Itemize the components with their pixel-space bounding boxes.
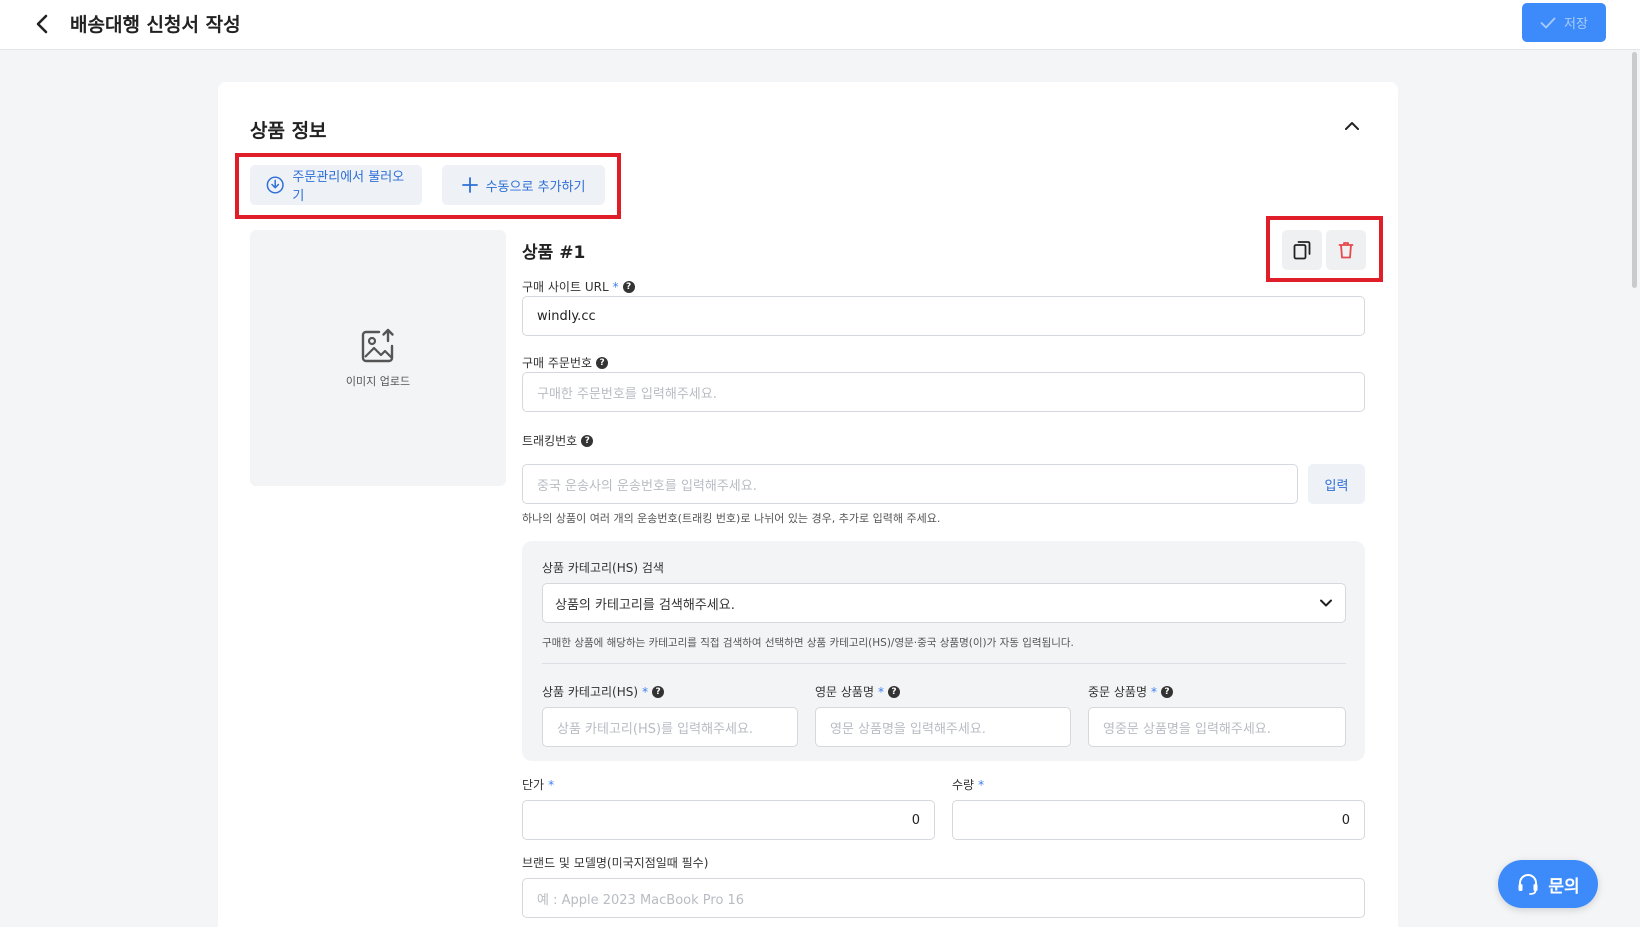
save-button[interactable]: 저장 bbox=[1522, 3, 1606, 42]
help-icon[interactable]: ? bbox=[652, 685, 665, 698]
chevron-down-icon bbox=[1320, 599, 1332, 607]
check-icon bbox=[1540, 17, 1556, 28]
download-circle-icon bbox=[266, 176, 284, 194]
duplicate-item-button[interactable] bbox=[1282, 230, 1322, 270]
hs-search-label: 상품 카테고리(HS) 검색 bbox=[542, 559, 664, 576]
help-icon[interactable]: ? bbox=[596, 356, 609, 369]
required-mark: * bbox=[642, 684, 649, 699]
page-title: 배송대행 신청서 작성 bbox=[70, 14, 241, 36]
manual-label: 수동으로 추가하기 bbox=[485, 179, 586, 195]
brand-model-input[interactable]: 예 : Apple 2023 MacBook Pro 16 bbox=[522, 878, 1365, 918]
product-info-card: 상품 정보 주문관리에서 불러오기 수동으로 추가하기 이미지 업로드 상품 #… bbox=[218, 82, 1398, 927]
headset-icon bbox=[1518, 874, 1538, 895]
divider bbox=[542, 663, 1346, 664]
import-label: 주문관리에서 불러오기 bbox=[292, 170, 405, 204]
hs-search-hint: 구매한 상품에 해당하는 카테고리를 직접 검색하여 선택하면 상품 카테고리(… bbox=[542, 637, 1074, 649]
inquiry-button[interactable]: 문의 bbox=[1498, 860, 1598, 908]
inquiry-label: 문의 bbox=[1548, 876, 1580, 897]
import-from-orders-button[interactable]: 주문관리에서 불러오기 bbox=[250, 165, 422, 205]
hs-category-input[interactable]: 상품 카테고리(HS)를 입력해주세요. bbox=[542, 707, 798, 747]
required-mark: * bbox=[978, 777, 985, 792]
tracking-enter-button[interactable]: 입력 bbox=[1308, 464, 1365, 504]
trash-icon bbox=[1338, 242, 1354, 259]
tracking-label-text: 트래킹번호 bbox=[522, 434, 578, 448]
english-name-label-text: 영문 상품명 bbox=[815, 685, 875, 699]
unit-price-label-text: 단가 bbox=[522, 778, 545, 792]
delete-item-button[interactable] bbox=[1326, 230, 1366, 270]
english-name-label: 영문 상품명 * ? bbox=[815, 683, 901, 700]
chinese-name-input[interactable]: 영중문 상품명을 입력해주세요. bbox=[1088, 707, 1346, 747]
section-title: 상품 정보 bbox=[250, 120, 327, 142]
chevron-left-icon bbox=[36, 14, 48, 34]
required-mark: * bbox=[1151, 684, 1158, 699]
help-icon[interactable]: ? bbox=[581, 434, 594, 447]
help-icon[interactable]: ? bbox=[1161, 685, 1174, 698]
english-name-input[interactable]: 영문 상품명을 입력해주세요. bbox=[815, 707, 1071, 747]
top-bar: 배송대행 신청서 작성 저장 bbox=[0, 0, 1640, 50]
image-upload[interactable]: 이미지 업로드 bbox=[250, 230, 506, 486]
hs-search-select[interactable]: 상품의 카테고리를 검색해주세요. bbox=[542, 583, 1346, 623]
order-number-label: 구매 주문번호 ? bbox=[522, 354, 609, 371]
purchase-url-input[interactable]: windly.cc bbox=[522, 296, 1365, 336]
hs-category-panel: 상품 카테고리(HS) 검색 상품의 카테고리를 검색해주세요. 구매한 상품에… bbox=[522, 541, 1365, 761]
image-upload-label: 이미지 업로드 bbox=[345, 375, 411, 388]
brand-model-label-text: 브랜드 및 모델명(미국지점일때 필수) bbox=[522, 856, 709, 870]
help-icon[interactable]: ? bbox=[888, 685, 901, 698]
product-item-title: 상품 #1 bbox=[522, 243, 586, 263]
hs-search-label-text: 상품 카테고리(HS) 검색 bbox=[542, 561, 664, 575]
brand-model-label: 브랜드 및 모델명(미국지점일때 필수) bbox=[522, 854, 708, 871]
tracking-hint: 하나의 상품이 여러 개의 운송번호(트래킹 번호)로 나뉘어 있는 경우, 추… bbox=[522, 512, 941, 525]
chevron-up-icon[interactable] bbox=[1342, 116, 1362, 136]
hs-search-placeholder: 상품의 카테고리를 검색해주세요. bbox=[555, 597, 735, 613]
quantity-input[interactable]: 0 bbox=[952, 800, 1365, 840]
hs-category-label: 상품 카테고리(HS) * ? bbox=[542, 683, 665, 700]
order-number-label-text: 구매 주문번호 bbox=[522, 356, 593, 370]
quantity-label-text: 수량 bbox=[952, 778, 975, 792]
purchase-url-label-text: 구매 사이트 URL bbox=[522, 280, 609, 294]
hs-category-label-text: 상품 카테고리(HS) bbox=[542, 685, 639, 699]
order-number-input[interactable]: 구매한 주문번호를 입력해주세요. bbox=[522, 372, 1365, 412]
required-mark: * bbox=[548, 777, 555, 792]
quantity-label: 수량 * bbox=[952, 776, 984, 793]
scrollbar[interactable] bbox=[1632, 52, 1637, 288]
help-icon[interactable]: ? bbox=[622, 280, 635, 293]
chinese-name-label-text: 중문 상품명 bbox=[1088, 685, 1148, 699]
copy-icon bbox=[1293, 241, 1311, 260]
chinese-name-label: 중문 상품명 * ? bbox=[1088, 683, 1174, 700]
unit-price-input[interactable]: 0 bbox=[522, 800, 935, 840]
image-upload-icon bbox=[361, 328, 394, 363]
unit-price-label: 단가 * bbox=[522, 776, 554, 793]
plus-icon bbox=[461, 177, 478, 193]
required-mark: * bbox=[612, 279, 619, 294]
back-button[interactable] bbox=[28, 10, 56, 38]
purchase-url-label: 구매 사이트 URL * ? bbox=[522, 278, 635, 295]
required-mark: * bbox=[878, 684, 885, 699]
tracking-label: 트래킹번호 ? bbox=[522, 432, 594, 449]
tracking-number-input[interactable]: 중국 운송사의 운송번호를 입력해주세요. bbox=[522, 464, 1298, 504]
save-label: 저장 bbox=[1564, 17, 1588, 32]
add-manually-button[interactable]: 수동으로 추가하기 bbox=[442, 165, 605, 205]
